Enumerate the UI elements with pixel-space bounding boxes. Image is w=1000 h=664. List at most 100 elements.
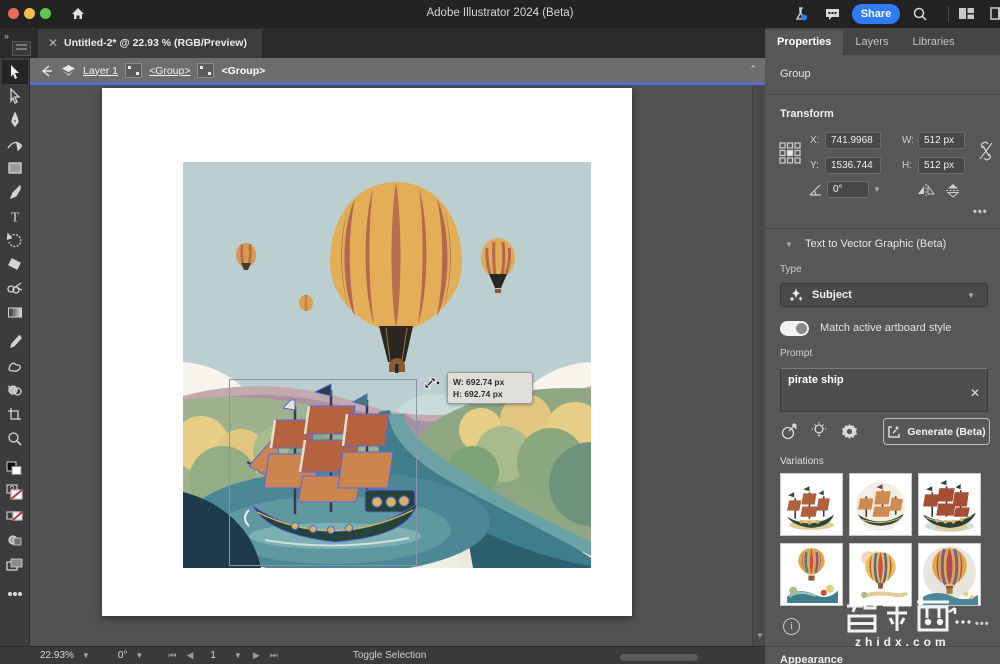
back-arrow-icon[interactable] [40, 65, 54, 77]
settings-gear-icon[interactable] [838, 420, 860, 442]
eraser-tool[interactable] [2, 252, 28, 276]
suggestions-lightbulb-icon[interactable] [808, 420, 830, 442]
hand-tool[interactable] [2, 354, 28, 378]
w-field[interactable]: 512 px [918, 132, 965, 149]
first-artboard-button[interactable]: ⏮ [165, 650, 179, 661]
gradient-tool[interactable] [2, 300, 28, 324]
canvas-area[interactable]: W: 692.74 px H: 692.74 px [30, 85, 752, 646]
artboard-number-field[interactable]: 1 [200, 650, 226, 661]
zoom-chevron-icon[interactable]: ▼ [78, 651, 94, 660]
rotation-field-chevron-icon[interactable]: ▼ [869, 185, 885, 194]
comments-icon[interactable] [824, 6, 842, 22]
flip-vertical-icon[interactable] [945, 183, 961, 198]
stroke-none[interactable] [2, 504, 28, 528]
transform-more-options[interactable]: ••• [973, 206, 988, 218]
rotation-select[interactable]: 0° [118, 650, 128, 661]
status-mode-label[interactable]: Toggle Selection [353, 650, 426, 661]
type-tool[interactable]: T [2, 204, 28, 228]
variation-thumb-balloon-2[interactable] [849, 543, 912, 606]
flip-horizontal-icon[interactable] [917, 183, 935, 197]
ai-sparkle-icon [789, 288, 803, 302]
artwork-illustration[interactable] [183, 162, 591, 568]
zoom-level-select[interactable]: 22.93% [40, 650, 74, 661]
scissors-tool[interactable] [2, 276, 28, 300]
prev-artboard-button[interactable]: ◀ [183, 650, 196, 661]
group-icon [197, 63, 214, 78]
search-icon[interactable] [912, 6, 930, 22]
generate-label: Generate (Beta) [907, 426, 985, 438]
collapsed-panel-icon[interactable] [12, 41, 31, 56]
rotation-angle-icon [808, 184, 823, 197]
vertical-scrollbar[interactable]: ▼ [752, 85, 766, 646]
clear-prompt-icon[interactable]: ✕ [970, 386, 980, 400]
size-tooltip: W: 692.74 px H: 692.74 px [447, 372, 533, 404]
y-field[interactable]: 1536.744 [825, 157, 881, 174]
scroll-down-icon[interactable]: ▼ [756, 631, 764, 640]
more-tools-icon[interactable] [2, 582, 28, 606]
h-field[interactable]: 512 px [918, 157, 965, 174]
style-picker-icon[interactable] [778, 420, 800, 442]
last-artboard-button[interactable]: ⏭ [267, 650, 281, 661]
rectangle-tool[interactable] [2, 156, 28, 180]
t2v-collapse-icon[interactable]: ▼ [781, 240, 797, 249]
watermark-cjk-logo [845, 598, 995, 634]
curvature-tool[interactable] [2, 132, 28, 156]
eyedropper-tool[interactable] [2, 330, 28, 354]
document-tab[interactable]: ✕ Untitled-2* @ 22.93 % (RGB/Preview) [38, 29, 262, 58]
tools-panel: T ? [0, 58, 30, 646]
selection-tool[interactable] [2, 60, 28, 84]
variations-title: Variations [780, 456, 824, 467]
breadcrumb-layer-link[interactable]: Layer 1 [83, 65, 118, 77]
match-style-toggle[interactable] [780, 321, 809, 336]
panel-toggle-icon[interactable] [990, 6, 1000, 22]
next-artboard-button[interactable]: ▶ [250, 650, 263, 661]
divider [765, 94, 1000, 95]
artboard-tool[interactable] [2, 402, 28, 426]
fill-stroke-swatches[interactable] [2, 456, 28, 480]
transform-section-title: Transform [780, 108, 834, 120]
document-tab-title: Untitled-2* @ 22.93 % (RGB/Preview) [64, 37, 247, 49]
draw-mode-icon[interactable] [2, 528, 28, 552]
variation-thumb-ship-2[interactable] [849, 473, 912, 536]
close-tab-icon[interactable]: ✕ [48, 36, 58, 50]
beta-flask-icon[interactable] [793, 6, 811, 22]
x-field[interactable]: 741.9968 [825, 132, 881, 149]
tab-libraries[interactable]: Libraries [900, 30, 966, 55]
t2v-type-label: Type [780, 264, 802, 275]
rotation-field[interactable]: 0° [827, 181, 869, 198]
divider [765, 228, 1000, 229]
pen-tool[interactable] [2, 108, 28, 132]
collapse-dock-icon[interactable]: » [4, 31, 8, 41]
variation-thumb-balloon-1[interactable] [780, 543, 843, 606]
workspace-switcher-icon[interactable] [958, 6, 976, 22]
info-icon[interactable]: i [783, 618, 800, 635]
variation-thumb-ship-3[interactable] [918, 473, 981, 536]
tab-layers[interactable]: Layers [843, 30, 900, 55]
collapse-controlbar-icon[interactable]: ⌃ [749, 64, 757, 75]
shape-builder-tool[interactable] [2, 378, 28, 402]
horizontal-scrollbar-thumb[interactable] [620, 654, 698, 661]
screen-mode-icon[interactable] [2, 552, 28, 576]
paintbrush-tool[interactable] [2, 180, 28, 204]
prompt-textarea[interactable]: pirate ship [780, 368, 988, 412]
breadcrumb-group-link[interactable]: <Group> [149, 65, 190, 77]
variation-thumb-balloon-3[interactable] [918, 543, 981, 606]
share-button[interactable]: Share [852, 4, 900, 24]
titlebar-divider [948, 6, 949, 22]
fill-none[interactable]: ? [2, 480, 28, 504]
appearance-section-title: Appearance [780, 654, 843, 664]
zoom-tool[interactable] [2, 426, 28, 450]
reference-point-icon[interactable] [779, 142, 801, 164]
direct-selection-tool[interactable] [2, 84, 28, 108]
t2v-section-title: Text to Vector Graphic (Beta) [805, 238, 946, 250]
watermark: zhidx.com [845, 598, 995, 649]
t2v-type-dropdown[interactable]: Subject ▼ [780, 283, 988, 307]
rotation-chevron-icon[interactable]: ▼ [131, 651, 147, 660]
w-label: W: [902, 135, 914, 146]
link-dimensions-icon[interactable] [978, 140, 994, 162]
artboard-chevron-icon[interactable]: ▼ [230, 651, 246, 660]
rotate-tool[interactable] [2, 228, 28, 252]
generate-button[interactable]: Generate (Beta) [883, 418, 990, 445]
tab-properties[interactable]: Properties [765, 30, 843, 55]
variation-thumb-ship-1[interactable] [780, 473, 843, 536]
